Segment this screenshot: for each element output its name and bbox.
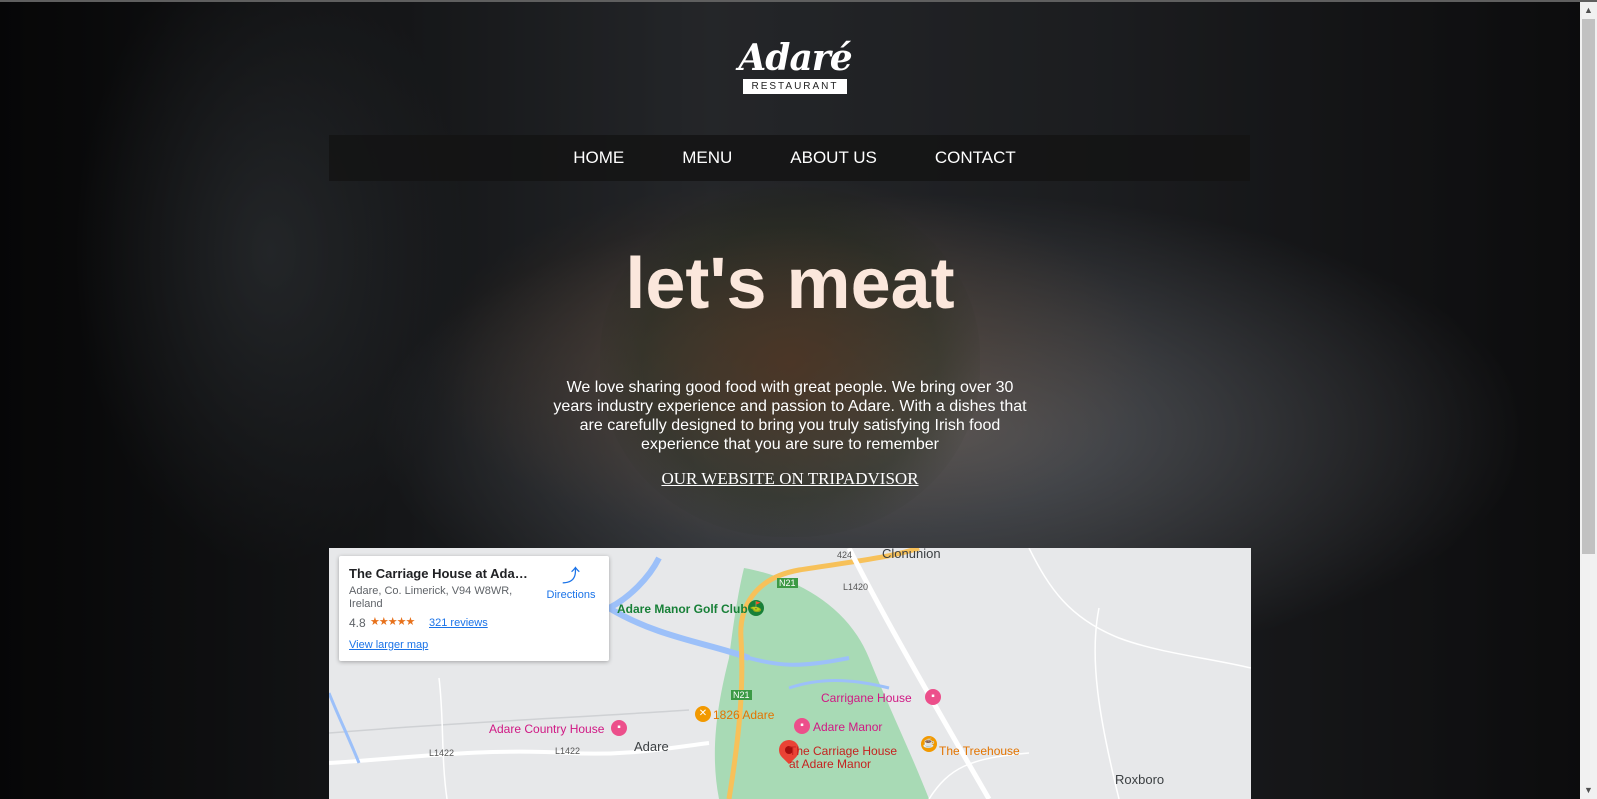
- vertical-scrollbar[interactable]: ▲ ▼: [1580, 2, 1597, 799]
- place-address: Adare, Co. Limerick, V94 W8WR, Ireland: [349, 585, 513, 610]
- map-label-golf-club[interactable]: Adare Manor Golf Club: [617, 602, 748, 616]
- restaurant-logo[interactable]: Adaré RESTAURANT: [720, 40, 870, 96]
- map-label-n21-north: N21: [777, 578, 798, 588]
- map-label-adare-country-house[interactable]: Adare Country House: [489, 722, 604, 736]
- place-rating: 4.8: [349, 616, 366, 630]
- map-label-treehouse[interactable]: The Treehouse: [939, 744, 1020, 758]
- hotel-pin-icon[interactable]: ▪: [611, 720, 627, 736]
- hero-intro-text: We love sharing good food with great peo…: [553, 379, 1027, 453]
- tripadvisor-link[interactable]: OUR WEBSITE ON TRIPADVISOR: [540, 469, 1040, 489]
- map-label-424: 424: [837, 550, 853, 560]
- scroll-up-arrow-icon[interactable]: ▲: [1580, 2, 1597, 19]
- reviews-link[interactable]: 321 reviews: [429, 617, 488, 629]
- map-label-n21-south: N21: [731, 690, 752, 700]
- map-label-l1422-west: L1422: [429, 748, 455, 758]
- map-label-adare-manor[interactable]: Adare Manor: [813, 720, 882, 734]
- embedded-map[interactable]: The Carriage House at Adare ... Adare, C…: [329, 548, 1251, 799]
- logo-script: Adaré: [738, 37, 852, 79]
- golf-pin-icon[interactable]: ⛳: [748, 600, 764, 616]
- directions-icon: ⤴: [562, 566, 580, 586]
- main-nav: HOME MENU ABOUT US CONTACT: [329, 135, 1250, 181]
- map-label-carrigane-house[interactable]: Carrigane House: [821, 691, 912, 705]
- map-label-carriage-house-line2[interactable]: at Adare Manor: [789, 757, 871, 771]
- nav-home[interactable]: HOME: [573, 148, 624, 168]
- map-label-l1422-east: L1422: [555, 746, 581, 756]
- scrollbar-thumb[interactable]: [1582, 19, 1595, 554]
- map-label-clonunion: Clonunion: [882, 548, 941, 561]
- directions-label: Directions: [546, 589, 596, 601]
- star-rating-icon: ★★★★★: [370, 616, 415, 628]
- directions-button[interactable]: ⤴ Directions: [541, 566, 601, 601]
- nav-about-us[interactable]: ABOUT US: [790, 148, 877, 168]
- nav-menu[interactable]: MENU: [682, 148, 732, 168]
- map-label-adare: Adare: [634, 739, 669, 754]
- scroll-down-arrow-icon[interactable]: ▼: [1580, 782, 1597, 799]
- view-larger-map-link[interactable]: View larger map: [349, 639, 428, 651]
- map-label-roxboro: Roxboro: [1115, 772, 1165, 787]
- restaurant-pin-icon[interactable]: ✕: [695, 706, 711, 722]
- logo-subtitle: RESTAURANT: [743, 79, 847, 94]
- map-label-carriage-house-line1[interactable]: The Carriage House: [789, 744, 897, 758]
- map-label-l1420: L1420: [843, 582, 869, 592]
- cafe-pin-icon[interactable]: ☕: [921, 736, 937, 752]
- nav-contact[interactable]: CONTACT: [935, 148, 1016, 168]
- hero-headline: let's meat: [625, 244, 955, 324]
- map-label-1826-adare[interactable]: 1826 Adare: [713, 708, 774, 722]
- hotel-pin-icon[interactable]: ▪: [925, 689, 941, 705]
- place-info-card: The Carriage House at Adare ... Adare, C…: [339, 556, 609, 661]
- place-title[interactable]: The Carriage House at Adare ...: [349, 566, 529, 581]
- hotel-pin-icon[interactable]: ▪: [794, 718, 810, 734]
